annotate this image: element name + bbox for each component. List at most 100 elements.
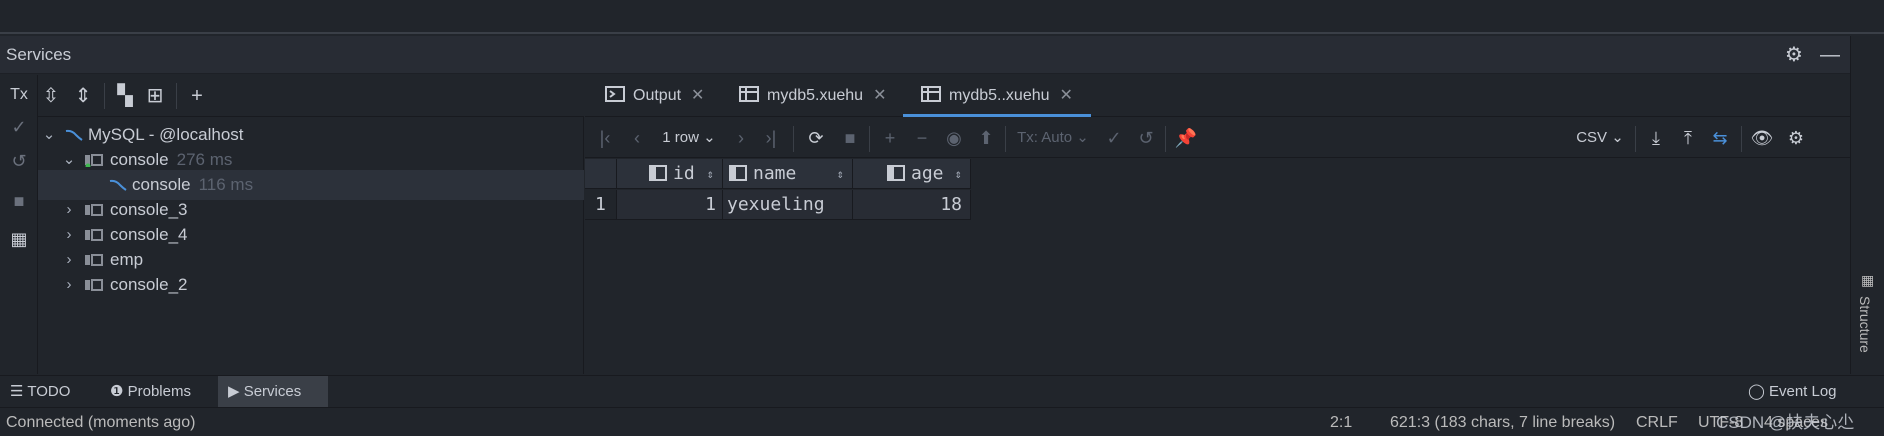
- tab-problems[interactable]: ❶ Problems: [100, 376, 201, 408]
- console-session-icon: [85, 229, 103, 241]
- table-icon: [921, 86, 941, 102]
- services-header: Services ⚙ —: [0, 36, 1850, 74]
- export-format: CSV: [1576, 129, 1608, 146]
- event-log-button[interactable]: ◯ Event Log: [1738, 376, 1847, 408]
- row-number-header: [585, 159, 617, 189]
- line-separator[interactable]: CRLF: [1636, 408, 1678, 436]
- results-pane: Output ✕ mydb5.xuehu ✕ mydb5..xuehu ✕ |‹ ‹ …: [585, 75, 1850, 374]
- tx-label: Tx: [10, 86, 28, 103]
- tab-mydb5-xuehu[interactable]: mydb5.xuehu ✕: [739, 75, 886, 117]
- layout-icon[interactable]: ▦: [4, 225, 34, 253]
- commit-icon[interactable]: ✓: [4, 113, 34, 141]
- console-session-icon: [85, 204, 103, 216]
- view-icon[interactable]: 👁: [1749, 125, 1775, 151]
- group-by-icon[interactable]: ▚: [112, 83, 138, 109]
- close-icon[interactable]: ✕: [873, 87, 886, 104]
- expand-all-icon[interactable]: ⇳: [38, 83, 64, 109]
- tab-services[interactable]: ▶ Services: [218, 376, 328, 408]
- minimize-icon[interactable]: —: [1818, 43, 1842, 67]
- close-icon[interactable]: ✕: [1060, 87, 1073, 104]
- structure-icon: ▦: [1861, 272, 1875, 288]
- column-name: name: [753, 163, 797, 184]
- structure-tab[interactable]: Structure: [1857, 296, 1873, 353]
- row-count: 1 row: [662, 129, 699, 146]
- sort-icon[interactable]: ⇕: [707, 159, 714, 189]
- stop-icon[interactable]: ■: [4, 187, 34, 215]
- tx-mode-dropdown[interactable]: Tx: Auto ⌄: [1013, 125, 1093, 151]
- mysql-dolphin-icon: [109, 179, 127, 191]
- console-duration: 116 ms: [198, 175, 254, 194]
- row-count-dropdown[interactable]: 1 row ⌄: [657, 125, 721, 151]
- table-cell-id[interactable]: 1: [617, 190, 723, 220]
- toolbar-separator: [869, 126, 870, 152]
- tab-label: Services: [243, 383, 302, 400]
- info-icon: ❶: [110, 383, 128, 400]
- preview-changes-icon[interactable]: ◉: [941, 125, 967, 151]
- console-session-icon: [85, 254, 103, 266]
- column-header-name[interactable]: name ⇕: [723, 159, 853, 189]
- table-cell-age[interactable]: 18: [853, 190, 971, 220]
- column-name: id: [673, 163, 695, 184]
- last-page-icon[interactable]: ›|: [761, 125, 781, 151]
- previous-page-icon[interactable]: ‹: [627, 125, 647, 151]
- toolbar-separator: [1741, 126, 1742, 152]
- export-icon[interactable]: ⤓: [1643, 125, 1669, 151]
- event-log-icon: ◯: [1748, 383, 1769, 400]
- row-number: 1: [585, 190, 617, 220]
- tree-toolbar: ⇳ ⇕ ▚ ⊞ +: [38, 75, 584, 117]
- add-icon[interactable]: +: [184, 83, 210, 109]
- submit-icon[interactable]: ⬆: [973, 125, 999, 151]
- column-name: age: [911, 163, 944, 184]
- left-tool-strip: Tx ✓ ↺ ■ ▦: [0, 75, 38, 374]
- table-cell-name[interactable]: yexueling: [723, 190, 853, 220]
- refresh-icon[interactable]: ⟳: [803, 125, 829, 151]
- column-header-age[interactable]: age ⇕: [853, 159, 971, 189]
- watermark: CSDN @扶夫心尐: [1716, 413, 1855, 432]
- tab-todo[interactable]: ☰ TODO: [0, 376, 80, 408]
- add-row-icon[interactable]: +: [877, 125, 903, 151]
- collapse-all-icon[interactable]: ⇕: [70, 83, 96, 109]
- services-tree-pane: ⇳ ⇕ ▚ ⊞ + ⌄ MySQL - @localhost ⌄ console…: [38, 75, 584, 374]
- output-icon: [605, 86, 625, 102]
- settings-gear-icon[interactable]: ⚙: [1783, 125, 1809, 151]
- sort-icon[interactable]: ⇕: [837, 159, 844, 189]
- status-bar: Connected (moments ago) 2:1 621:3 (183 c…: [0, 407, 1884, 436]
- tree-item-label: console_2: [110, 275, 188, 294]
- gear-icon[interactable]: ⚙: [1782, 43, 1806, 67]
- console-session-icon: [85, 279, 103, 291]
- first-page-icon[interactable]: |‹: [595, 125, 615, 151]
- tab-label: Output: [633, 87, 682, 104]
- rollback-icon[interactable]: ↺: [1133, 125, 1159, 151]
- results-tab-bar: Output ✕ mydb5.xuehu ✕ mydb5..xuehu ✕: [585, 75, 1850, 117]
- column-icon: [649, 165, 667, 181]
- stop-icon[interactable]: ■: [837, 125, 863, 151]
- grid-toolbar: |‹ ‹ 1 row ⌄ › ›| ⟳ ■ + − ◉ ⬆ Tx: Auto ⌄…: [585, 118, 1850, 158]
- tab-label: TODO: [27, 383, 71, 400]
- commit-icon[interactable]: ✓: [1101, 125, 1127, 151]
- tab-label: Problems: [127, 383, 191, 400]
- close-icon[interactable]: ✕: [691, 87, 704, 104]
- import-icon[interactable]: ⤒: [1675, 125, 1701, 151]
- tab-output[interactable]: Output ✕: [605, 75, 704, 117]
- pin-icon[interactable]: 📌: [1173, 125, 1199, 151]
- column-header-id[interactable]: id ⇕: [617, 159, 723, 189]
- list-icon: ☰: [10, 383, 28, 400]
- rollback-icon[interactable]: ↺: [4, 147, 34, 175]
- compare-icon[interactable]: ⇆: [1707, 125, 1733, 151]
- export-format-dropdown[interactable]: CSV ⌄: [1573, 125, 1627, 151]
- tab-mydb5-xuehu-active[interactable]: mydb5..xuehu ✕: [903, 75, 1091, 117]
- column-icon: [729, 165, 747, 181]
- tx-mode-button[interactable]: Tx: [4, 81, 34, 109]
- filter-icon[interactable]: ⊞: [142, 83, 168, 109]
- selection-info[interactable]: 621:3 (183 chars, 7 line breaks): [1390, 408, 1615, 436]
- sort-icon[interactable]: ⇕: [955, 159, 962, 189]
- tab-label: mydb5..xuehu: [949, 87, 1050, 104]
- console-session-icon: [85, 154, 103, 167]
- console-duration: 276 ms: [176, 150, 233, 169]
- chevron-right-icon[interactable]: ›: [60, 270, 78, 300]
- caret-position[interactable]: 2:1: [1330, 408, 1352, 436]
- next-page-icon[interactable]: ›: [731, 125, 751, 151]
- delete-row-icon[interactable]: −: [909, 125, 935, 151]
- tree-item-console-2[interactable]: › console_2: [38, 270, 584, 300]
- services-icon: ▶: [228, 383, 244, 400]
